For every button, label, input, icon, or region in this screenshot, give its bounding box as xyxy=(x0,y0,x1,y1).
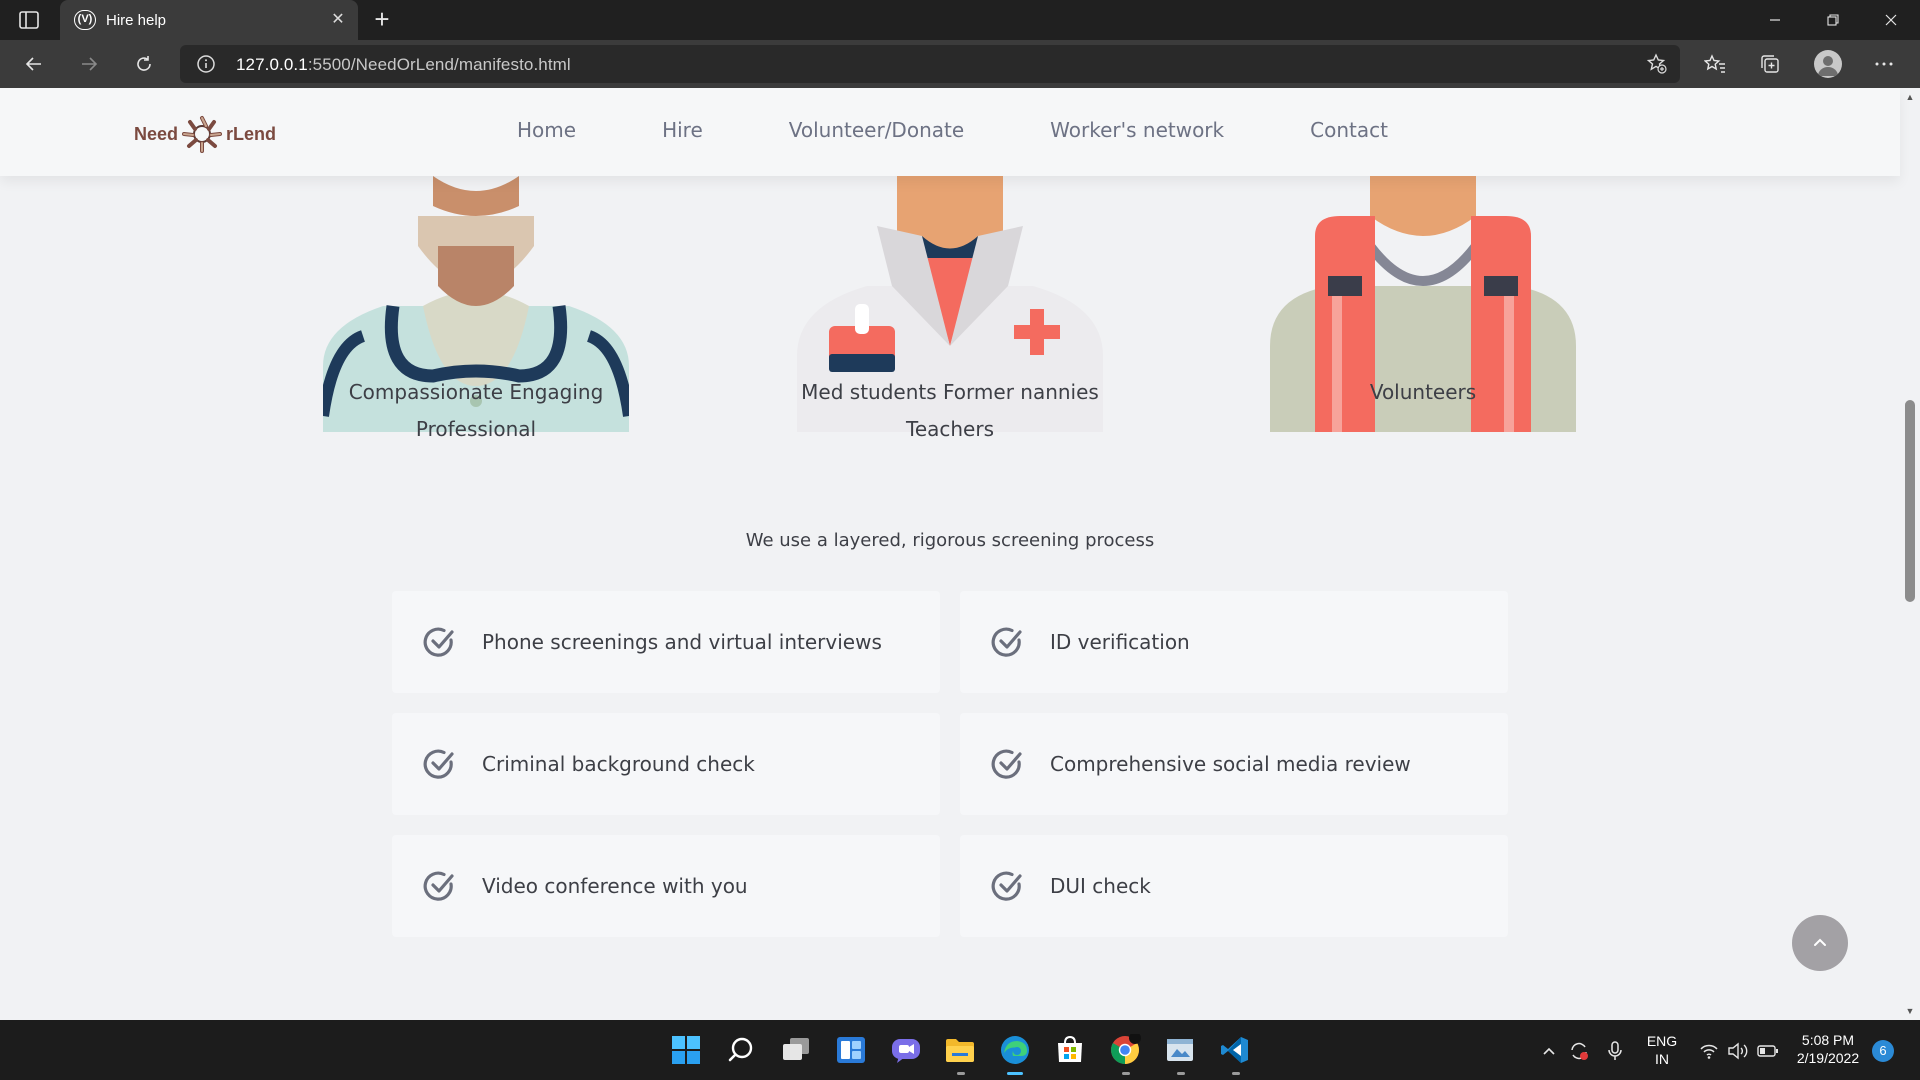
nav-hire[interactable]: Hire xyxy=(662,118,703,142)
screening-item: Phone screenings and virtual interviews xyxy=(392,591,940,693)
language-code: ENG xyxy=(1646,1033,1678,1049)
screening-item-label: ID verification xyxy=(1050,630,1190,654)
sync-icon[interactable] xyxy=(1568,1040,1590,1062)
tab-title: Hire help xyxy=(106,12,167,29)
battery-icon[interactable] xyxy=(1757,1040,1779,1062)
volume-icon[interactable] xyxy=(1727,1040,1749,1062)
main-nav: Home Hire Volunteer/Donate Worker's netw… xyxy=(517,118,1474,142)
screening-item-label: DUI check xyxy=(1050,874,1151,898)
persona-caption-medical: Med students Former nannies Teachers xyxy=(740,374,1160,448)
profile-avatar[interactable] xyxy=(1814,50,1842,78)
chevron-up-icon[interactable] xyxy=(1538,1040,1560,1062)
microsoft-store-icon[interactable] xyxy=(1052,1032,1088,1068)
close-tab-icon[interactable]: ✕ xyxy=(326,8,350,32)
language-region: IN xyxy=(1655,1051,1669,1067)
notification-badge[interactable]: 6 xyxy=(1872,1040,1894,1062)
check-circle-icon xyxy=(423,871,454,901)
persona-caption-volunteer: Volunteers xyxy=(1213,374,1633,411)
page-viewport: Need rLend Home Hire Volunteer/Donate Wo… xyxy=(0,88,1920,1020)
logo-text-left: Need xyxy=(134,123,179,144)
screening-title: We use a layered, rigorous screening pro… xyxy=(745,530,1155,551)
file-explorer-icon[interactable] xyxy=(942,1032,978,1068)
persona-caption-caregiver: Compassionate Engaging Professional xyxy=(266,374,686,448)
new-tab-icon[interactable]: + xyxy=(368,6,396,34)
nav-volunteer-donate[interactable]: Volunteer/Donate xyxy=(789,118,964,142)
logo-hands-icon xyxy=(182,116,223,153)
forward-arrow-icon[interactable] xyxy=(73,48,105,80)
scroll-up-arrow-icon[interactable]: ▲ xyxy=(1905,92,1915,102)
clock-time: 5:08 PM xyxy=(1801,1032,1855,1048)
back-arrow-icon[interactable] xyxy=(18,48,50,80)
url-text[interactable]: 127.0.0.1:5500/NeedOrLend/manifesto.html xyxy=(236,55,571,75)
page-scrollbar[interactable]: ▲ ▼ xyxy=(1900,88,1920,1020)
minimize-icon[interactable] xyxy=(1746,0,1804,40)
screening-item-label: Video conference with you xyxy=(482,874,748,898)
running-indicator xyxy=(1177,1072,1185,1075)
nav-contact[interactable]: Contact xyxy=(1310,118,1388,142)
screening-item-label: Comprehensive social media review xyxy=(1050,752,1411,776)
check-circle-icon xyxy=(423,749,454,779)
nav-home[interactable]: Home xyxy=(517,118,576,142)
task-view-icon[interactable] xyxy=(778,1032,814,1068)
language-indicator[interactable]: ENG IN xyxy=(1644,1032,1680,1068)
running-indicator xyxy=(1122,1072,1130,1075)
refresh-icon[interactable] xyxy=(128,48,160,80)
clock-date: 2/19/2022 xyxy=(1796,1050,1860,1066)
restore-icon[interactable] xyxy=(1804,0,1862,40)
chevron-up-icon xyxy=(1814,938,1826,946)
screening-item: Criminal background check xyxy=(392,713,940,815)
paint-app-icon[interactable] xyxy=(1162,1032,1198,1068)
screening-item-label: Phone screenings and virtual interviews xyxy=(482,630,882,654)
microphone-icon[interactable] xyxy=(1604,1040,1626,1062)
teams-chat-icon[interactable] xyxy=(888,1032,924,1068)
scroll-down-arrow-icon[interactable]: ▼ xyxy=(1905,1006,1915,1016)
screening-item: ID verification xyxy=(960,591,1508,693)
persona-caption-line: Compassionate Engaging xyxy=(348,380,604,404)
collections-icon[interactable] xyxy=(1758,52,1782,76)
url-path: :5500/NeedOrLend/manifesto.html xyxy=(307,55,571,74)
site-logo[interactable]: Need rLend xyxy=(134,116,277,153)
scroll-to-top-button[interactable] xyxy=(1792,915,1848,971)
check-circle-icon xyxy=(991,871,1022,901)
check-circle-icon xyxy=(991,749,1022,779)
add-favorite-icon[interactable] xyxy=(1646,53,1668,75)
site-info-icon[interactable] xyxy=(196,54,216,74)
browser-title-bar: (V) Hire help ✕ + xyxy=(0,0,1920,40)
check-circle-icon xyxy=(423,627,454,657)
widgets-icon[interactable] xyxy=(833,1032,869,1068)
edge-browser-icon[interactable] xyxy=(997,1032,1033,1068)
more-options-icon[interactable] xyxy=(1872,52,1896,76)
active-app-indicator xyxy=(1007,1072,1023,1075)
address-bar[interactable]: 127.0.0.1:5500/NeedOrLend/manifesto.html xyxy=(180,45,1680,83)
logo-text-right: rLend xyxy=(226,123,277,144)
browser-tab[interactable]: (V) Hire help ✕ xyxy=(60,0,358,40)
favorites-icon[interactable] xyxy=(1703,52,1727,76)
clock[interactable]: 5:08 PM 2/19/2022 xyxy=(1790,1031,1866,1067)
persona-caption-line: Teachers xyxy=(906,417,994,441)
tab-favicon-icon: (V) xyxy=(74,10,96,30)
screening-item: Video conference with you xyxy=(392,835,940,937)
windows-taskbar: ENG IN 5:08 PM 2/19/2022 6 xyxy=(0,1020,1920,1080)
close-window-icon[interactable] xyxy=(1862,0,1920,40)
running-indicator xyxy=(1232,1072,1240,1075)
screening-item: Comprehensive social media review xyxy=(960,713,1508,815)
persona-caption-line: Professional xyxy=(415,417,537,441)
tab-actions-icon[interactable] xyxy=(18,10,40,30)
screening-item: DUI check xyxy=(960,835,1508,937)
wifi-icon[interactable] xyxy=(1698,1040,1720,1062)
check-circle-icon xyxy=(991,627,1022,657)
screening-item-label: Criminal background check xyxy=(482,752,755,776)
windows-start-icon[interactable] xyxy=(668,1032,704,1068)
persona-caption-line: Volunteers xyxy=(1369,380,1477,404)
persona-caption-line: Med students Former nannies xyxy=(801,380,1099,404)
site-header: Need rLend Home Hire Volunteer/Donate Wo… xyxy=(0,88,1900,176)
url-host: 127.0.0.1 xyxy=(236,55,308,74)
vscode-icon[interactable] xyxy=(1217,1032,1253,1068)
running-indicator xyxy=(957,1072,965,1075)
browser-toolbar: 127.0.0.1:5500/NeedOrLend/manifesto.html xyxy=(0,40,1920,88)
nav-workers-network[interactable]: Worker's network xyxy=(1050,118,1224,142)
scrollbar-thumb[interactable] xyxy=(1905,400,1915,602)
search-icon[interactable] xyxy=(723,1032,759,1068)
chrome-icon[interactable] xyxy=(1107,1032,1143,1068)
